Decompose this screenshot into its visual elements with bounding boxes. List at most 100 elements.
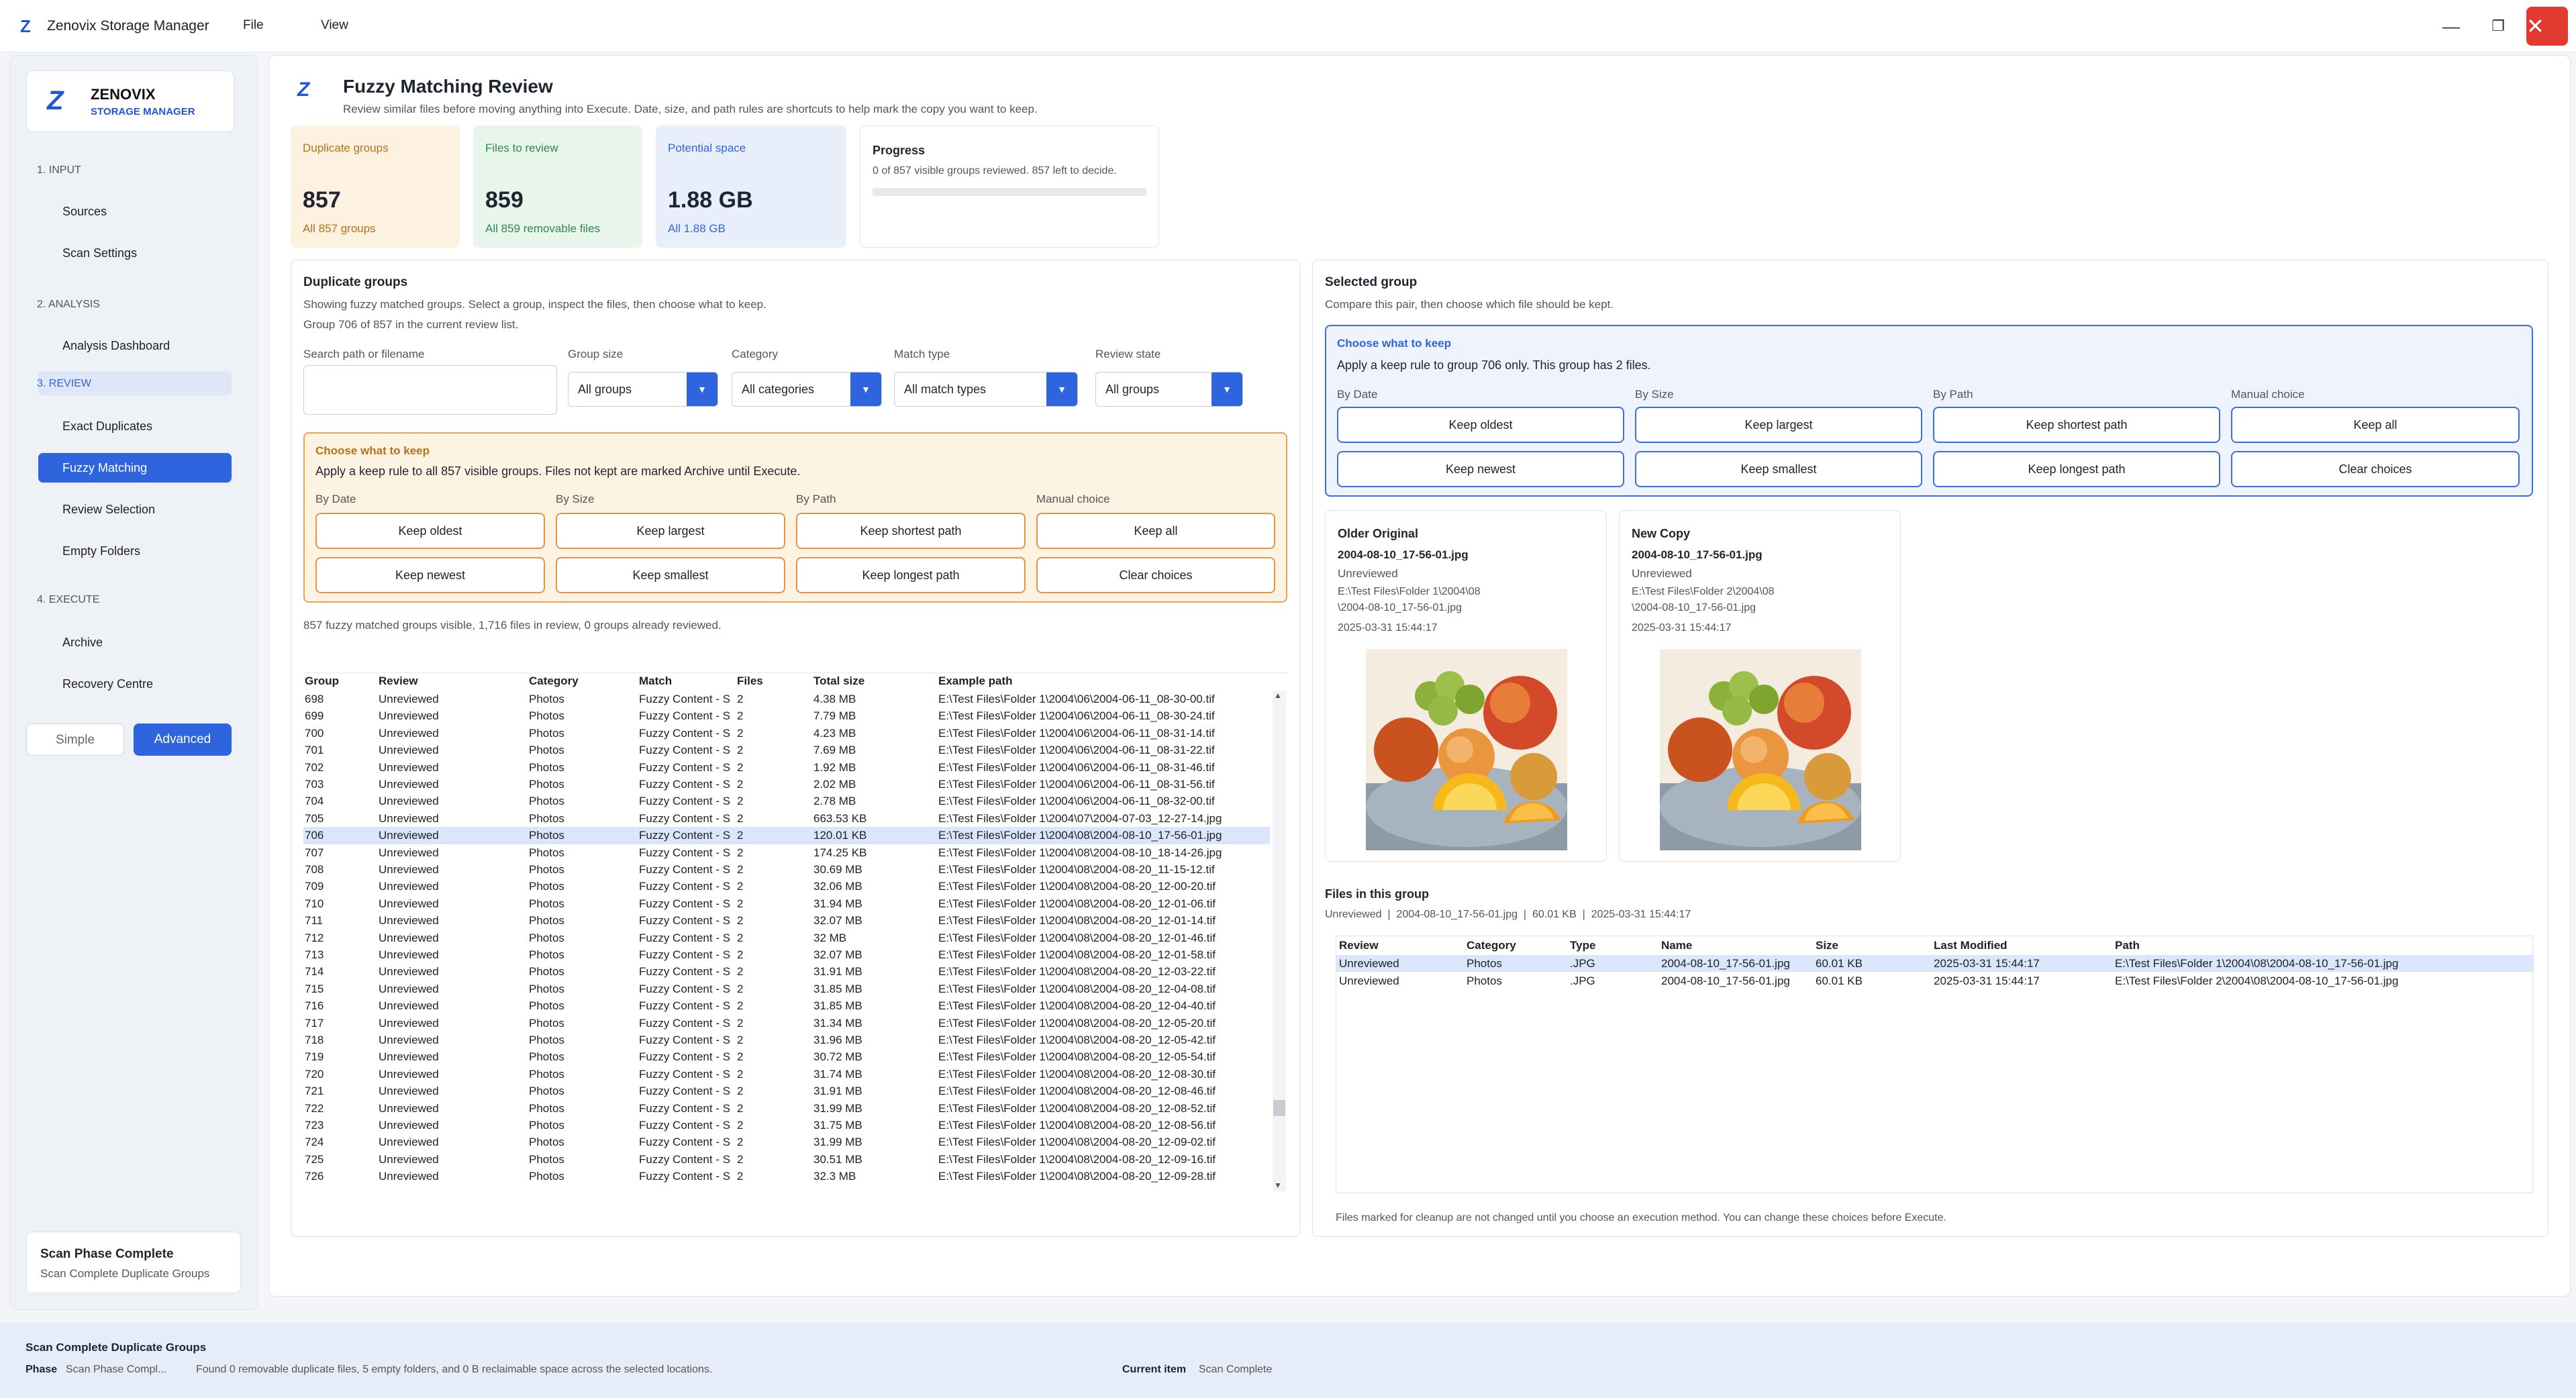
file-col-type[interactable]: Type — [1570, 939, 1595, 952]
table-row[interactable]: 722 Unreviewed Photos Fuzzy Content - S 2 31.… — [303, 1100, 1270, 1117]
table-row[interactable]: 709 Unreviewed Photos Fuzzy Content - S 2 32.… — [303, 878, 1270, 895]
sidebar-item-recovery-centre[interactable]: Recovery Centre — [38, 669, 232, 699]
sidebar-item-analysis-dashboard[interactable]: Analysis Dashboard — [38, 331, 232, 360]
clear-choices-button[interactable]: Clear choices — [1036, 557, 1275, 593]
table-cell: Unreviewed — [379, 795, 439, 808]
groups-scrollbar[interactable]: ▲ ▼ — [1273, 691, 1286, 1191]
table-row[interactable]: 712 Unreviewed Photos Fuzzy Content - S 2 32 … — [303, 930, 1270, 946]
table-row[interactable]: 720 Unreviewed Photos Fuzzy Content - S 2 31.… — [303, 1066, 1270, 1083]
table-row[interactable]: 699 Unreviewed Photos Fuzzy Content - S 2 7.7… — [303, 707, 1270, 724]
keep-smallest-button[interactable]: Keep smallest — [556, 557, 785, 593]
table-row[interactable]: 725 Unreviewed Photos Fuzzy Content - S 2 30.… — [303, 1151, 1270, 1168]
file-col-name[interactable]: Name — [1661, 939, 1692, 952]
menu-file[interactable]: File — [243, 18, 264, 33]
table-cell: E:\Test Files\Folder 1\2004\08\2004-08-2… — [938, 1034, 1216, 1046]
group-keep-all-button[interactable]: Keep all — [2231, 407, 2520, 443]
group-clear-choices-button[interactable]: Clear choices — [2231, 451, 2520, 487]
table-row[interactable]: 707 Unreviewed Photos Fuzzy Content - S 2 174… — [303, 844, 1270, 861]
table-row[interactable]: 706 Unreviewed Photos Fuzzy Content - S 2 120… — [303, 827, 1270, 844]
sidebar-item-scan-settings[interactable]: Scan Settings — [38, 238, 232, 268]
search-input[interactable] — [303, 365, 557, 415]
table-row[interactable]: 702 Unreviewed Photos Fuzzy Content - S 2 1.9… — [303, 759, 1270, 776]
file-col-modified[interactable]: Last Modified — [1934, 939, 2008, 952]
table-row[interactable]: 724 Unreviewed Photos Fuzzy Content - S 2 31.… — [303, 1134, 1270, 1150]
file-col-path[interactable]: Path — [2115, 939, 2140, 952]
review-state-dropdown[interactable]: All groups ▼ — [1095, 372, 1243, 407]
table-cell: Photos — [529, 897, 564, 910]
keep-largest-button[interactable]: Keep largest — [556, 513, 785, 549]
compare-card-original[interactable]: Older Original 2004-08-10_17-56-01.jpg U… — [1325, 510, 1607, 862]
table-row[interactable]: 704 Unreviewed Photos Fuzzy Content - S 2 2.7… — [303, 793, 1270, 809]
close-icon[interactable]: ✕ — [2526, 7, 2568, 46]
table-row[interactable]: 705 Unreviewed Photos Fuzzy Content - S 2 663… — [303, 810, 1270, 827]
sidebar-item-review-selection[interactable]: Review Selection — [38, 495, 232, 524]
group-keep-longest-path-button[interactable]: Keep longest path — [1933, 451, 2220, 487]
sidebar-item-sources[interactable]: Sources — [38, 197, 232, 226]
table-row[interactable]: 726 Unreviewed Photos Fuzzy Content - S 2 32.… — [303, 1168, 1270, 1185]
table-cell: 2 — [737, 965, 744, 979]
col-match[interactable]: Match — [639, 675, 672, 688]
table-row[interactable]: 701 Unreviewed Photos Fuzzy Content - S 2 7.6… — [303, 742, 1270, 758]
advanced-mode-button[interactable]: Advanced — [134, 723, 232, 756]
simple-mode-button[interactable]: Simple — [26, 723, 124, 756]
keep-longest-path-button[interactable]: Keep longest path — [796, 557, 1026, 593]
restore-icon[interactable]: ❐ — [2478, 0, 2518, 52]
table-row[interactable]: 717 Unreviewed Photos Fuzzy Content - S 2 31.… — [303, 1015, 1270, 1032]
table-row[interactable]: 721 Unreviewed Photos Fuzzy Content - S 2 31.… — [303, 1083, 1270, 1099]
group-keep-oldest-button[interactable]: Keep oldest — [1337, 407, 1624, 443]
scroll-down-icon[interactable]: ▼ — [1274, 1181, 1282, 1190]
group-keep-newest-button[interactable]: Keep newest — [1337, 451, 1624, 487]
table-row[interactable]: 711 Unreviewed Photos Fuzzy Content - S 2 32.… — [303, 912, 1270, 929]
sidebar-item-fuzzy-matching[interactable]: Fuzzy Matching — [38, 453, 232, 483]
table-row[interactable]: 700 Unreviewed Photos Fuzzy Content - S 2 4.2… — [303, 725, 1270, 742]
col-category[interactable]: Category — [529, 675, 579, 688]
category-dropdown[interactable]: All categories ▼ — [732, 372, 882, 407]
groups-desc: Showing fuzzy matched groups. Select a g… — [303, 298, 766, 311]
table-row[interactable]: 718 Unreviewed Photos Fuzzy Content - S 2 31.… — [303, 1032, 1270, 1048]
table-cell: E:\Test Files\Folder 1\2004\06\2004-06-1… — [938, 760, 1215, 774]
keep-newest-button[interactable]: Keep newest — [315, 557, 545, 593]
table-row[interactable]: 703 Unreviewed Photos Fuzzy Content - S 2 2.0… — [303, 776, 1270, 793]
table-cell: 707 — [305, 846, 324, 859]
scroll-up-icon[interactable]: ▲ — [1274, 691, 1282, 700]
compare-card-copy[interactable]: New Copy 2004-08-10_17-56-01.jpg Unrevie… — [1619, 510, 1901, 862]
col-total-size[interactable]: Total size — [813, 675, 864, 688]
match-type-dropdown[interactable]: All match types ▼ — [894, 372, 1078, 407]
table-row[interactable]: 714 Unreviewed Photos Fuzzy Content - S 2 31.… — [303, 963, 1270, 980]
sidebar-item-exact-duplicates[interactable]: Exact Duplicates — [38, 411, 232, 441]
table-row[interactable]: 716 Unreviewed Photos Fuzzy Content - S 2 31.… — [303, 997, 1270, 1014]
table-row[interactable]: 715 Unreviewed Photos Fuzzy Content - S 2 31.… — [303, 981, 1270, 997]
table-cell: Photos — [529, 1152, 564, 1166]
table-cell: Unreviewed — [379, 880, 439, 893]
table-row[interactable]: 710 Unreviewed Photos Fuzzy Content - S 2 31.… — [303, 895, 1270, 912]
file-cell: .JPG — [1570, 975, 1595, 987]
col-example-path[interactable]: Example path — [938, 675, 1013, 688]
file-row[interactable]: Unreviewed Photos .JPG 2004-08-10_17-56-01.… — [1336, 955, 2534, 972]
scroll-thumb[interactable] — [1273, 1100, 1285, 1116]
minimize-icon[interactable]: — — [2431, 0, 2471, 52]
col-group[interactable]: Group — [305, 675, 339, 688]
file-row[interactable]: Unreviewed Photos .JPG 2004-08-10_17-56-01.… — [1336, 972, 2534, 989]
table-row[interactable]: 713 Unreviewed Photos Fuzzy Content - S 2 32.… — [303, 946, 1270, 963]
table-row[interactable]: 723 Unreviewed Photos Fuzzy Content - S 2 31.… — [303, 1117, 1270, 1134]
group-size-dropdown[interactable]: All groups ▼ — [568, 372, 718, 407]
col-review[interactable]: Review — [379, 675, 418, 688]
keep-all-button[interactable]: Keep all — [1036, 513, 1275, 549]
keep-shortest-path-button[interactable]: Keep shortest path — [796, 513, 1026, 549]
group-keep-smallest-button[interactable]: Keep smallest — [1635, 451, 1922, 487]
sidebar-item-archive[interactable]: Archive — [38, 628, 232, 657]
table-row[interactable]: 708 Unreviewed Photos Fuzzy Content - S 2 30.… — [303, 861, 1270, 878]
menu-view[interactable]: View — [321, 18, 348, 33]
file-col-size[interactable]: Size — [1816, 939, 1838, 952]
col-files[interactable]: Files — [737, 675, 763, 688]
table-cell: 2 — [737, 709, 744, 723]
table-row[interactable]: 719 Unreviewed Photos Fuzzy Content - S 2 30.… — [303, 1048, 1270, 1065]
keep-oldest-button[interactable]: Keep oldest — [315, 513, 545, 549]
group-keep-largest-button[interactable]: Keep largest — [1635, 407, 1922, 443]
table-row[interactable]: 698 Unreviewed Photos Fuzzy Content - S 2 4.3… — [303, 691, 1270, 707]
group-keep-shortest-path-button[interactable]: Keep shortest path — [1933, 407, 2220, 443]
file-col-category[interactable]: Category — [1467, 939, 1516, 952]
table-cell: E:\Test Files\Folder 1\2004\08\2004-08-2… — [938, 897, 1216, 910]
sidebar-item-empty-folders[interactable]: Empty Folders — [38, 536, 232, 566]
file-col-review[interactable]: Review — [1339, 939, 1379, 952]
